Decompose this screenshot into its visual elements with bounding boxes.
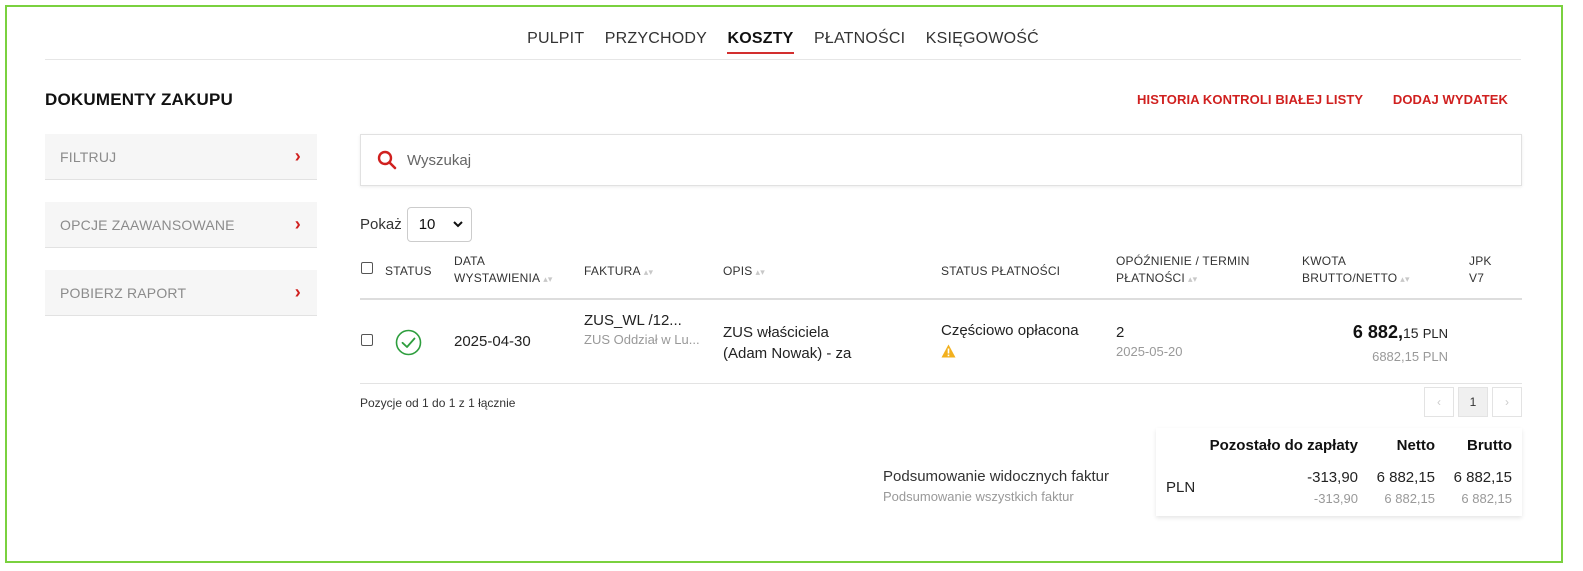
prev-page-button[interactable]: ‹ <box>1424 387 1454 417</box>
page-size-select[interactable]: 10 <box>406 207 472 242</box>
row-gross-currency: PLN <box>1422 326 1448 341</box>
tab-ksiegowosc[interactable]: KSIĘGOWOŚĆ <box>926 30 1039 52</box>
summary-table: Pozostało do zapłaty Netto Brutto PLN -3… <box>1156 428 1522 516</box>
tab-koszty[interactable]: KOSZTY <box>727 30 794 54</box>
chevron-down-icon <box>452 221 463 228</box>
table-row-divider <box>360 383 1522 384</box>
row-invoice-contractor: ZUS Oddział w Lu... <box>584 332 700 347</box>
summary-header-net: Netto <box>1396 437 1435 454</box>
tab-platnosci[interactable]: PŁATNOŚCI <box>814 30 905 52</box>
page-size-control: Pokaż 10 <box>360 207 472 242</box>
sort-icon: ▴▾ <box>1400 274 1410 284</box>
sidebar-item-advanced-options[interactable]: OPCJE ZAAWANSOWANE › <box>45 202 317 248</box>
sidebar-item-download-report[interactable]: POBIERZ RAPORT › <box>45 270 317 316</box>
sort-icon: ▴▾ <box>643 267 654 277</box>
header-date[interactable]: DATA WYSTAWIENIA ▴▾ <box>454 253 553 288</box>
search-icon <box>377 150 397 170</box>
top-nav: PULPIT PRZYCHODY KOSZTY PŁATNOŚCI KSIĘGO… <box>45 30 1521 60</box>
warning-icon <box>941 344 956 358</box>
sort-icon: ▴▾ <box>755 267 765 277</box>
header-jpk: JPK V7 <box>1469 254 1492 285</box>
header-description[interactable]: OPIS ▴▾ <box>723 263 765 281</box>
header-delay[interactable]: OPÓŹNIENIE / TERMIN PŁATNOŚCI ▴▾ <box>1116 253 1250 288</box>
sidebar: FILTRUJ › OPCJE ZAAWANSOWANE › POBIERZ R… <box>45 134 317 338</box>
summary-visible-label: Podsumowanie widocznych faktur <box>883 468 1109 485</box>
tab-pulpit[interactable]: PULPIT <box>527 30 584 52</box>
chevron-right-icon: › <box>294 214 301 234</box>
row-amount: 6 882,15 PLN 6882,15 PLN <box>1353 322 1448 364</box>
chevron-right-icon: › <box>294 282 301 302</box>
top-actions: HISTORIA KONTROLI BIAŁEJ LISTY DODAJ WYD… <box>1111 92 1508 107</box>
add-expense-link[interactable]: DODAJ WYDATEK <box>1393 92 1508 107</box>
header-amount[interactable]: KWOTA BRUTTO/NETTO ▴▾ <box>1302 253 1410 288</box>
header-payment-status: STATUS PŁATNOŚCI <box>941 264 1061 278</box>
search-bar <box>360 134 1522 186</box>
search-input[interactable] <box>407 151 1007 169</box>
summary-currency: PLN <box>1166 479 1196 496</box>
row-checkbox[interactable] <box>361 334 373 346</box>
row-gross-main: 6 882, <box>1352 322 1403 342</box>
summary-all-remaining: -313,90 <box>1313 491 1358 506</box>
summary-visible-gross: 6 882,15 <box>1453 469 1512 486</box>
summary-visible-net: 6 882,15 <box>1376 469 1435 486</box>
tab-przychody[interactable]: PRZYCHODY <box>605 30 707 52</box>
sidebar-item-label: POBIERZ RAPORT <box>60 284 187 301</box>
pagination-info: Pozycje od 1 do 1 z 1 łącznie <box>360 396 516 410</box>
sidebar-item-label: OPCJE ZAAWANSOWANE <box>60 216 235 233</box>
page-title: DOKUMENTY ZAKUPU <box>45 90 234 109</box>
page-size-label: Pokaż <box>360 216 402 233</box>
header-status: STATUS <box>385 264 432 278</box>
next-page-button[interactable]: › <box>1492 387 1522 417</box>
summary-all-label: Podsumowanie wszystkich faktur <box>883 489 1074 504</box>
summary-visible-remaining: -313,90 <box>1307 469 1358 486</box>
row-invoice[interactable]: ZUS_WL /12... ZUS Oddział w Lu... <box>584 312 700 347</box>
row-due-date: 2025-05-20 <box>1116 344 1183 359</box>
whitelist-history-link[interactable]: HISTORIA KONTROLI BIAŁEJ LISTY <box>1137 92 1363 107</box>
status-ok-icon <box>395 329 422 356</box>
summary-all-gross: 6 882,15 <box>1461 491 1512 506</box>
page-size-value: 10 <box>418 216 436 233</box>
pagination: ‹ 1 › <box>1424 387 1522 417</box>
sort-icon: ▴▾ <box>543 274 553 284</box>
page-button-1[interactable]: 1 <box>1458 387 1488 417</box>
table-header-divider <box>360 298 1522 300</box>
summary-header-gross: Brutto <box>1467 437 1512 454</box>
summary-header-remaining: Pozostało do zapłaty <box>1209 437 1358 454</box>
row-delay: 2 2025-05-20 <box>1116 324 1183 359</box>
sort-icon: ▴▾ <box>1187 274 1198 284</box>
header-invoice[interactable]: FAKTURA ▴▾ <box>584 263 653 281</box>
row-net: 6882,15 PLN <box>1372 349 1448 364</box>
row-description: ZUS właściciela (Adam Nowak) - za <box>723 324 852 362</box>
summary-all-net: 6 882,15 <box>1384 491 1435 506</box>
select-all-checkbox[interactable] <box>361 262 373 274</box>
summary-labels: Podsumowanie widocznych faktur Podsumowa… <box>883 468 1109 504</box>
row-payment-status: Częściowo opłacona <box>941 322 1079 362</box>
sidebar-item-label: FILTRUJ <box>60 148 117 165</box>
sidebar-item-filter[interactable]: FILTRUJ › <box>45 134 317 180</box>
row-date: 2025-04-30 <box>454 333 531 350</box>
chevron-right-icon: › <box>294 146 301 166</box>
row-gross-cents: 15 <box>1402 325 1419 341</box>
